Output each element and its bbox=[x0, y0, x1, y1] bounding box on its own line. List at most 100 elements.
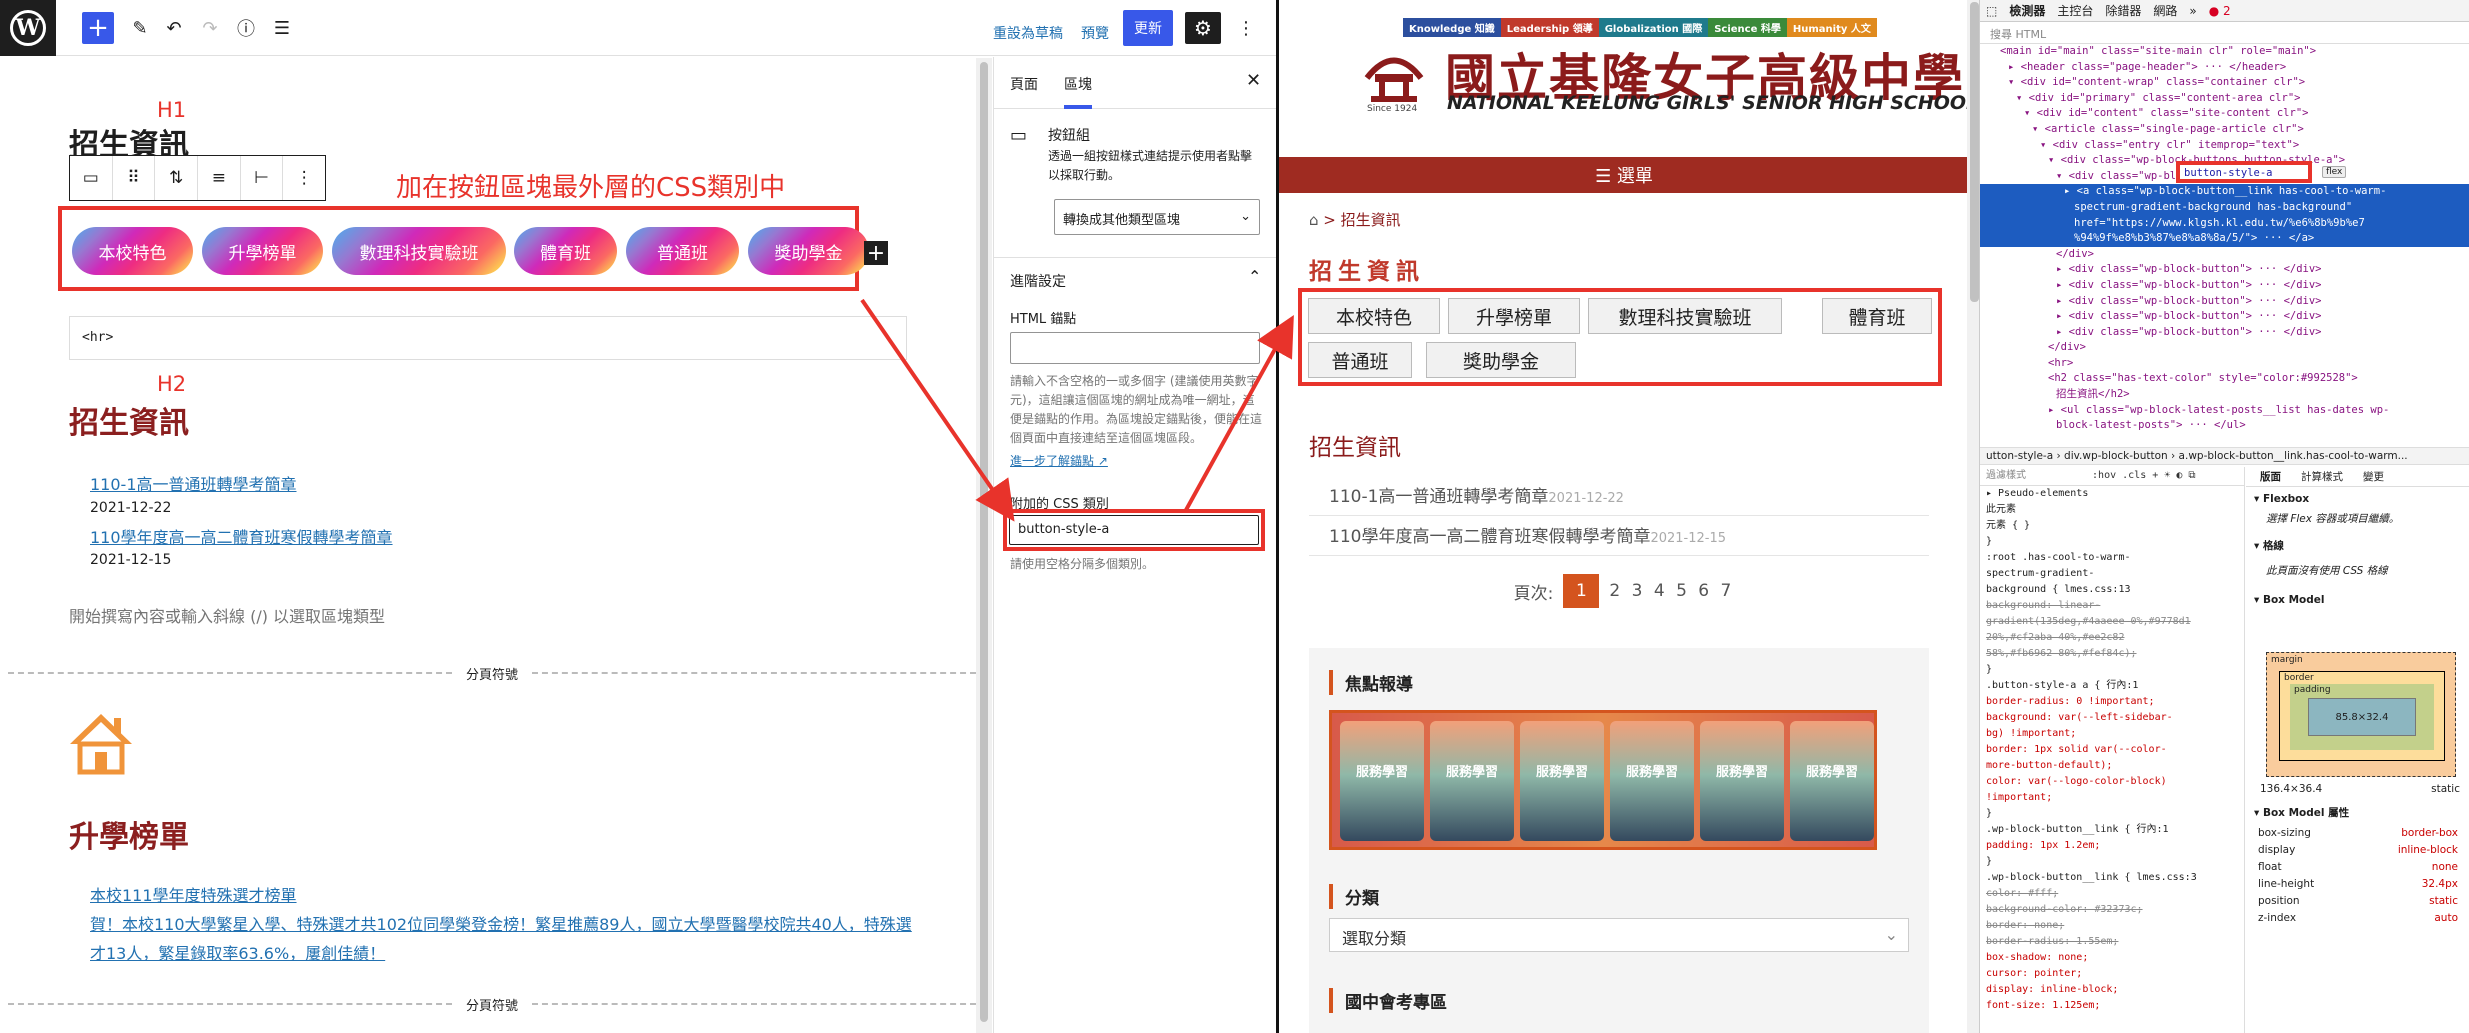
more-block-options-icon[interactable]: ⋮ bbox=[283, 156, 325, 200]
update-button[interactable]: 更新 bbox=[1123, 10, 1173, 46]
dom-node[interactable]: ▸ <div class="wp-block-button"> ··· </di… bbox=[1980, 262, 2469, 278]
pager-current[interactable]: 1 bbox=[1563, 574, 1600, 608]
tab-page[interactable]: 頁面 bbox=[1010, 74, 1038, 94]
dom-node-selected[interactable]: href="https://www.klgsh.kl.edu.tw/%e6%8b… bbox=[1980, 215, 2469, 232]
anchor-learn-link[interactable]: 進一步了解錨點 ↗ bbox=[1010, 452, 1108, 469]
more-tabs-icon[interactable]: » bbox=[2189, 4, 2196, 18]
dom-node-selected[interactable]: ▸ <a class="wp-block-button__link has-co… bbox=[1980, 184, 2469, 200]
tab-inspector[interactable]: 檢測器 bbox=[2009, 2, 2045, 19]
style-line[interactable]: .wp-block-button__link { 行內:1 bbox=[1980, 822, 2244, 838]
dom-node[interactable]: ▾ <div class="entry clr" itemprop="text"… bbox=[1980, 138, 2469, 154]
flex-badge[interactable]: flex bbox=[2322, 166, 2347, 178]
dom-node[interactable]: ▾ <div id="primary" class="content-area … bbox=[1980, 91, 2469, 107]
grad-button-5[interactable]: 獎助學金 bbox=[748, 227, 869, 275]
post-link[interactable]: 110-1高一普通班轉學考簡章 bbox=[90, 471, 297, 495]
dom-node[interactable]: </div> bbox=[1980, 247, 2469, 263]
tab-computed[interactable]: 計算樣式 bbox=[2301, 469, 2343, 484]
style-line[interactable]: ▸ Pseudo-elements bbox=[1980, 486, 2244, 502]
redo-icon[interactable]: ↷ bbox=[196, 14, 224, 42]
style-line[interactable]: border: 1px solid var(--color- bbox=[1980, 742, 2244, 758]
html-search-input[interactable]: 搜尋 HTML bbox=[1980, 22, 2469, 44]
wordpress-logo-icon[interactable]: W bbox=[0, 0, 56, 56]
dom-node[interactable]: </div> bbox=[1980, 340, 2469, 356]
more-options-icon[interactable]: ⋮ bbox=[1236, 14, 1256, 42]
site-button-2[interactable]: 數理科技實驗班 bbox=[1588, 298, 1782, 334]
post-link[interactable]: 110學年度高一高二體育班寒假轉學考簡章 bbox=[90, 524, 393, 548]
dom-node[interactable]: 招生資訊</h2> bbox=[1980, 387, 2469, 403]
post-link[interactable]: 才13人，繁星錄取率63.6%，屢創佳績！ bbox=[90, 940, 385, 964]
append-block-button[interactable]: + bbox=[864, 241, 888, 266]
site-post[interactable]: 110學年度高一高二體育班寒假轉學考簡章2021-12-15 bbox=[1309, 522, 1929, 556]
justify-icon[interactable]: ≡ bbox=[198, 156, 241, 200]
dom-breadcrumb[interactable]: utton-style-a › div.wp-block-button › a.… bbox=[1980, 447, 2469, 465]
grid-section[interactable]: ▾ 格線 bbox=[2246, 526, 2469, 557]
focus-banner[interactable]: 服務學習 服務學習 服務學習 服務學習 服務學習 服務學習 bbox=[1329, 710, 1877, 850]
align-icon[interactable]: ⊢ bbox=[241, 156, 284, 200]
style-line[interactable]: border-radius: 1.55em; bbox=[1980, 934, 2244, 950]
save-draft-button[interactable]: 重設為草稿 bbox=[993, 19, 1063, 47]
flexbox-section[interactable]: ▾ Flexbox bbox=[2246, 487, 2469, 511]
settings-gear-icon[interactable]: ⚙ bbox=[1185, 12, 1221, 44]
heading-h2[interactable]: 招生資訊 bbox=[69, 398, 189, 442]
menu-button[interactable]: ☰ 選單 bbox=[1279, 157, 1969, 193]
style-line[interactable]: gradient(135deg,#4aaeee 0%,#9778d1 bbox=[1980, 614, 2244, 630]
props-title[interactable]: ▾ Box Model 屬性 bbox=[2254, 805, 2349, 820]
move-arrows-icon[interactable]: ⇅ bbox=[155, 156, 199, 200]
site-scrollbar[interactable] bbox=[1967, 0, 1979, 1033]
school-logo-icon[interactable] bbox=[1357, 38, 1431, 112]
site-button-0[interactable]: 本校特色 bbox=[1308, 298, 1440, 334]
site-button-4[interactable]: 普通班 bbox=[1308, 342, 1412, 378]
dom-node[interactable]: ▸ <ul class="wp-block-latest-posts__list… bbox=[1980, 403, 2469, 419]
site-post[interactable]: 110-1高一普通班轉學考簡章2021-12-22 bbox=[1309, 482, 1929, 516]
home-icon[interactable]: ⌂ bbox=[1309, 211, 1319, 229]
grad-button-4[interactable]: 普通班 bbox=[626, 227, 739, 275]
error-count-badge[interactable]: ● 2 bbox=[2209, 4, 2231, 18]
grad-button-0[interactable]: 本校特色 bbox=[72, 227, 193, 275]
style-line[interactable]: background-color: #32373c; bbox=[1980, 902, 2244, 918]
dom-node[interactable]: ▸ <header class="page-header"> ··· </hea… bbox=[1980, 60, 2469, 76]
style-line[interactable]: background: var(--left-sidebar- bbox=[1980, 710, 2244, 726]
info-icon[interactable]: ⓘ bbox=[232, 14, 260, 42]
transform-select[interactable]: 轉換成其他類型區塊 ⌄ bbox=[1054, 199, 1260, 235]
dom-node[interactable]: <h2 class="has-text-color" style="color:… bbox=[1980, 371, 2469, 387]
preview-button[interactable]: 預覽 bbox=[1081, 19, 1109, 47]
post-link[interactable]: 本校111學年度特殊選才榜單 bbox=[90, 882, 297, 906]
css-class-input[interactable]: button-style-a bbox=[1009, 515, 1259, 545]
style-line[interactable]: font-size: 1.125em; bbox=[1980, 998, 2244, 1014]
styles-filter[interactable]: 過濾樣式 :hov .cls + ☀ ◐ ⧉ bbox=[1980, 467, 2244, 486]
style-line[interactable]: border-radius: 0 !important; bbox=[1980, 694, 2244, 710]
style-line[interactable]: 元素 { } bbox=[1980, 518, 2244, 534]
post-link[interactable]: 賀！本校110大學繁星入學、特殊選才共102位同學榮登金榜！繁星推薦89人，國立… bbox=[90, 911, 912, 935]
tab-console[interactable]: 主控台 bbox=[2057, 2, 2093, 19]
style-line[interactable]: spectrum-gradient- bbox=[1980, 566, 2244, 582]
drag-handle-icon[interactable]: ⠿ bbox=[113, 156, 156, 200]
site-button-5[interactable]: 獎助學金 bbox=[1426, 342, 1576, 378]
style-line[interactable]: .wp-block-button__link { lmes.css:3 bbox=[1980, 870, 2244, 886]
tab-debugger[interactable]: 除錯器 bbox=[2105, 2, 2141, 19]
style-line[interactable]: padding: 1px 1.2em; bbox=[1980, 838, 2244, 854]
category-select[interactable]: 選取分類 ⌄ bbox=[1329, 918, 1909, 952]
canvas-scrollbar[interactable] bbox=[976, 58, 992, 1033]
chevron-up-icon[interactable]: ⌃ bbox=[1248, 267, 1261, 286]
grad-button-3[interactable]: 體育班 bbox=[514, 227, 617, 275]
tab-changes[interactable]: 變更 bbox=[2363, 469, 2384, 484]
style-line[interactable]: color: #fff; bbox=[1980, 886, 2244, 902]
style-line[interactable]: background { lmes.css:13 bbox=[1980, 582, 2244, 598]
style-line[interactable]: :root .has-cool-to-warm- bbox=[1980, 550, 2244, 566]
site-button-3[interactable]: 體育班 bbox=[1822, 298, 1932, 334]
style-line[interactable]: background: linear- bbox=[1980, 598, 2244, 614]
html-block[interactable]: <hr> bbox=[69, 316, 907, 360]
dom-node-selected[interactable]: %94%9f%e8%b3%87%e8%a8%8a/5/"> ··· </a> bbox=[1980, 231, 2469, 247]
dom-node[interactable]: ▸ <div class="wp-block-button"> ··· </di… bbox=[1980, 294, 2469, 310]
pencil-icon[interactable]: ✎ bbox=[126, 14, 154, 42]
site-post-title[interactable]: 110-1高一普通班轉學考簡章 bbox=[1329, 487, 1548, 507]
style-line[interactable]: more-button-default); bbox=[1980, 758, 2244, 774]
dom-node[interactable]: ▸ <div class="wp-block-button"> ··· </di… bbox=[1980, 278, 2469, 294]
add-block-button[interactable]: + bbox=[82, 12, 114, 44]
button-block-icon[interactable]: ▭ bbox=[70, 156, 113, 200]
dom-node[interactable]: <main id="main" class="site-main clr" ro… bbox=[1980, 44, 2469, 60]
pager-pages[interactable]: 2 3 4 5 6 7 bbox=[1609, 581, 1734, 601]
grad-button-2[interactable]: 數理科技實驗班 bbox=[332, 227, 506, 275]
tab-network[interactable]: 網路 bbox=[2153, 2, 2177, 19]
dom-node-selected[interactable]: spectrum-gradient-background has-backgro… bbox=[1980, 199, 2469, 216]
